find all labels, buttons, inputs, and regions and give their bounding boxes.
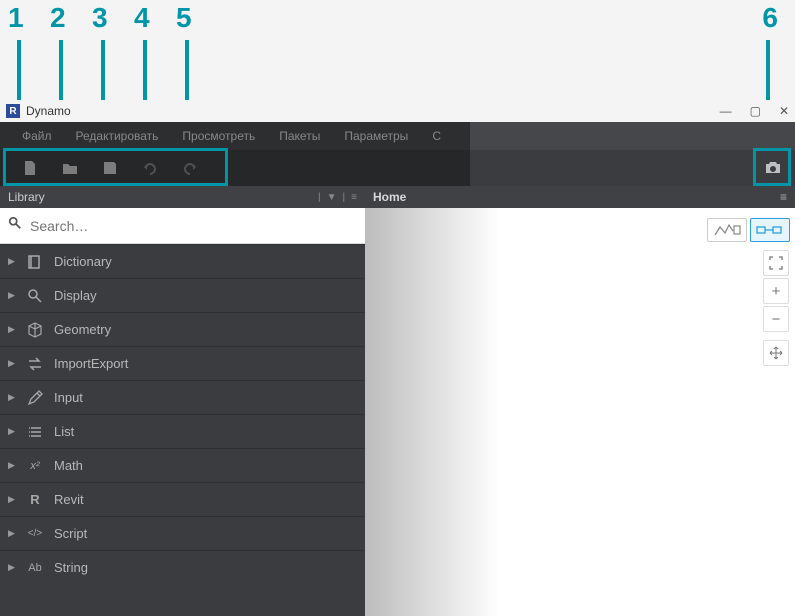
pencil-icon <box>26 389 44 407</box>
library-header: Library | ▼ | ≡ <box>0 186 365 208</box>
window-controls: — ▢ ✕ <box>720 100 789 122</box>
menu-file[interactable]: Файл <box>10 122 64 150</box>
zoom-fit-button[interactable] <box>763 250 789 276</box>
library-list-icon[interactable]: ≡ <box>351 192 357 203</box>
annotation-1: 1 <box>8 2 24 34</box>
canvas-breadcrumb: Home ≡ <box>365 186 795 208</box>
chevron-right-icon: ▶ <box>8 494 16 505</box>
library-title: Library <box>8 190 45 204</box>
window-title: Dynamo <box>26 104 71 118</box>
chevron-right-icon: ▶ <box>8 256 16 267</box>
library-layout-icon[interactable]: | <box>343 192 346 203</box>
library-item-script[interactable]: ▶ </> Script <box>0 516 365 550</box>
cube-icon <box>26 321 44 339</box>
maximize-button[interactable]: ▢ <box>750 104 761 118</box>
library-pin-toggle[interactable]: | <box>318 192 321 203</box>
library-item-math[interactable]: ▶ x² Math <box>0 448 365 482</box>
menu-bar: Файл Редактировать Просмотреть Пакеты Па… <box>0 122 795 150</box>
undo-button[interactable] <box>130 150 170 186</box>
list-icon <box>26 423 44 441</box>
annotation-2: 2 <box>50 2 66 34</box>
library-item-label: Math <box>54 458 83 473</box>
annotation-3: 3 <box>92 2 108 34</box>
library-item-label: String <box>54 560 88 575</box>
menu-edit[interactable]: Редактировать <box>64 122 171 150</box>
chevron-right-icon: ▶ <box>8 460 16 471</box>
search-icon <box>8 216 22 235</box>
library-item-label: Display <box>54 288 97 303</box>
library-item-label: ImportExport <box>54 356 128 371</box>
close-button[interactable]: ✕ <box>779 104 789 118</box>
annotation-5: 5 <box>176 2 192 34</box>
revit-icon: R <box>26 491 44 509</box>
breadcrumb-home[interactable]: Home <box>373 190 406 204</box>
library-list: ▶ Dictionary ▶ Display ▶ Geometry ▶ Impo… <box>0 244 365 616</box>
menu-view[interactable]: Просмотреть <box>170 122 267 150</box>
menu-packages[interactable]: Пакеты <box>267 122 332 150</box>
annotation-6: 6 <box>762 2 778 34</box>
chevron-right-icon: ▶ <box>8 358 16 369</box>
library-item-label: Input <box>54 390 83 405</box>
library-item-dictionary[interactable]: ▶ Dictionary <box>0 244 365 278</box>
swap-icon <box>26 355 44 373</box>
library-item-label: Dictionary <box>54 254 112 269</box>
library-item-importexport[interactable]: ▶ ImportExport <box>0 346 365 380</box>
chevron-right-icon: ▶ <box>8 426 16 437</box>
menu-params[interactable]: Параметры <box>332 122 420 150</box>
new-file-button[interactable] <box>10 150 50 186</box>
library-filter-icon[interactable]: ▼ <box>327 192 337 203</box>
library-item-revit[interactable]: ▶ R Revit <box>0 482 365 516</box>
text-icon: Ab <box>26 559 44 577</box>
library-item-label: Revit <box>54 492 84 507</box>
toolbar <box>0 150 795 186</box>
graph-view-toggle[interactable] <box>750 218 790 242</box>
geometry-view-toggle[interactable] <box>707 218 747 242</box>
math-icon: x² <box>26 457 44 475</box>
menu-help[interactable]: С <box>420 122 453 150</box>
library-item-label: List <box>54 424 74 439</box>
screenshot-button[interactable] <box>759 156 787 180</box>
search-bar <box>0 208 365 244</box>
canvas[interactable] <box>365 208 795 616</box>
library-item-list[interactable]: ▶ List <box>0 414 365 448</box>
library-item-display[interactable]: ▶ Display <box>0 278 365 312</box>
chevron-right-icon: ▶ <box>8 324 16 335</box>
code-icon: </> <box>26 525 44 543</box>
chevron-right-icon: ▶ <box>8 528 16 539</box>
title-bar: R Dynamo <box>0 100 795 122</box>
minimize-button[interactable]: — <box>720 104 732 118</box>
library-item-label: Script <box>54 526 87 541</box>
pan-button[interactable] <box>763 340 789 366</box>
redo-button[interactable] <box>170 150 210 186</box>
search-input[interactable] <box>30 218 365 234</box>
library-item-input[interactable]: ▶ Input <box>0 380 365 414</box>
book-icon <box>26 253 44 271</box>
chevron-right-icon: ▶ <box>8 392 16 403</box>
zoom-controls: + − <box>763 250 789 366</box>
magnify-icon <box>26 287 44 305</box>
library-item-string[interactable]: ▶ Ab String <box>0 550 365 584</box>
chevron-right-icon: ▶ <box>8 290 16 301</box>
library-item-geometry[interactable]: ▶ Geometry <box>0 312 365 346</box>
canvas-menu-icon[interactable]: ≡ <box>780 190 787 204</box>
app-icon: R <box>6 104 20 118</box>
chevron-right-icon: ▶ <box>8 562 16 573</box>
save-file-button[interactable] <box>90 150 130 186</box>
annotation-4: 4 <box>134 2 150 34</box>
open-file-button[interactable] <box>50 150 90 186</box>
library-item-label: Geometry <box>54 322 111 337</box>
zoom-in-button[interactable]: + <box>763 278 789 304</box>
zoom-out-button[interactable]: − <box>763 306 789 332</box>
